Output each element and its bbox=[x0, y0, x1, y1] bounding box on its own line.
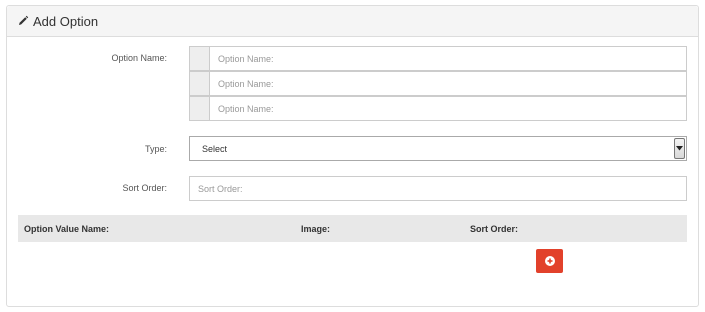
option-name-input-3[interactable] bbox=[210, 97, 686, 120]
column-sort-order: Sort Order: bbox=[470, 223, 519, 234]
type-label: Type: bbox=[144, 144, 167, 154]
option-name-group-3 bbox=[189, 96, 687, 121]
language-addon bbox=[190, 72, 210, 95]
panel-heading: Add Option bbox=[7, 6, 698, 37]
option-name-input-1[interactable] bbox=[210, 47, 686, 70]
type-select-value: Select bbox=[202, 143, 228, 154]
add-option-value-button[interactable] bbox=[536, 249, 563, 273]
option-name-label: Option Name: bbox=[111, 53, 167, 63]
sort-order-input[interactable] bbox=[190, 177, 686, 200]
option-name-group-2 bbox=[189, 71, 687, 96]
option-name-input-2[interactable] bbox=[210, 72, 686, 95]
option-values-table-header: Option Value Name: Image: Sort Order: bbox=[18, 215, 687, 242]
pencil-icon bbox=[17, 15, 29, 27]
sort-order-field bbox=[189, 176, 687, 201]
panel-title: Add Option bbox=[33, 13, 99, 29]
option-name-group-1 bbox=[189, 46, 687, 71]
chevron-down-icon[interactable] bbox=[674, 138, 685, 159]
type-select[interactable]: Select bbox=[189, 136, 687, 161]
language-addon bbox=[190, 47, 210, 70]
plus-circle-icon bbox=[544, 256, 555, 266]
column-option-value-name: Option Value Name: bbox=[24, 223, 110, 234]
column-image: Image: bbox=[301, 223, 331, 234]
sort-order-label: Sort Order: bbox=[122, 183, 167, 193]
language-addon bbox=[190, 97, 210, 120]
